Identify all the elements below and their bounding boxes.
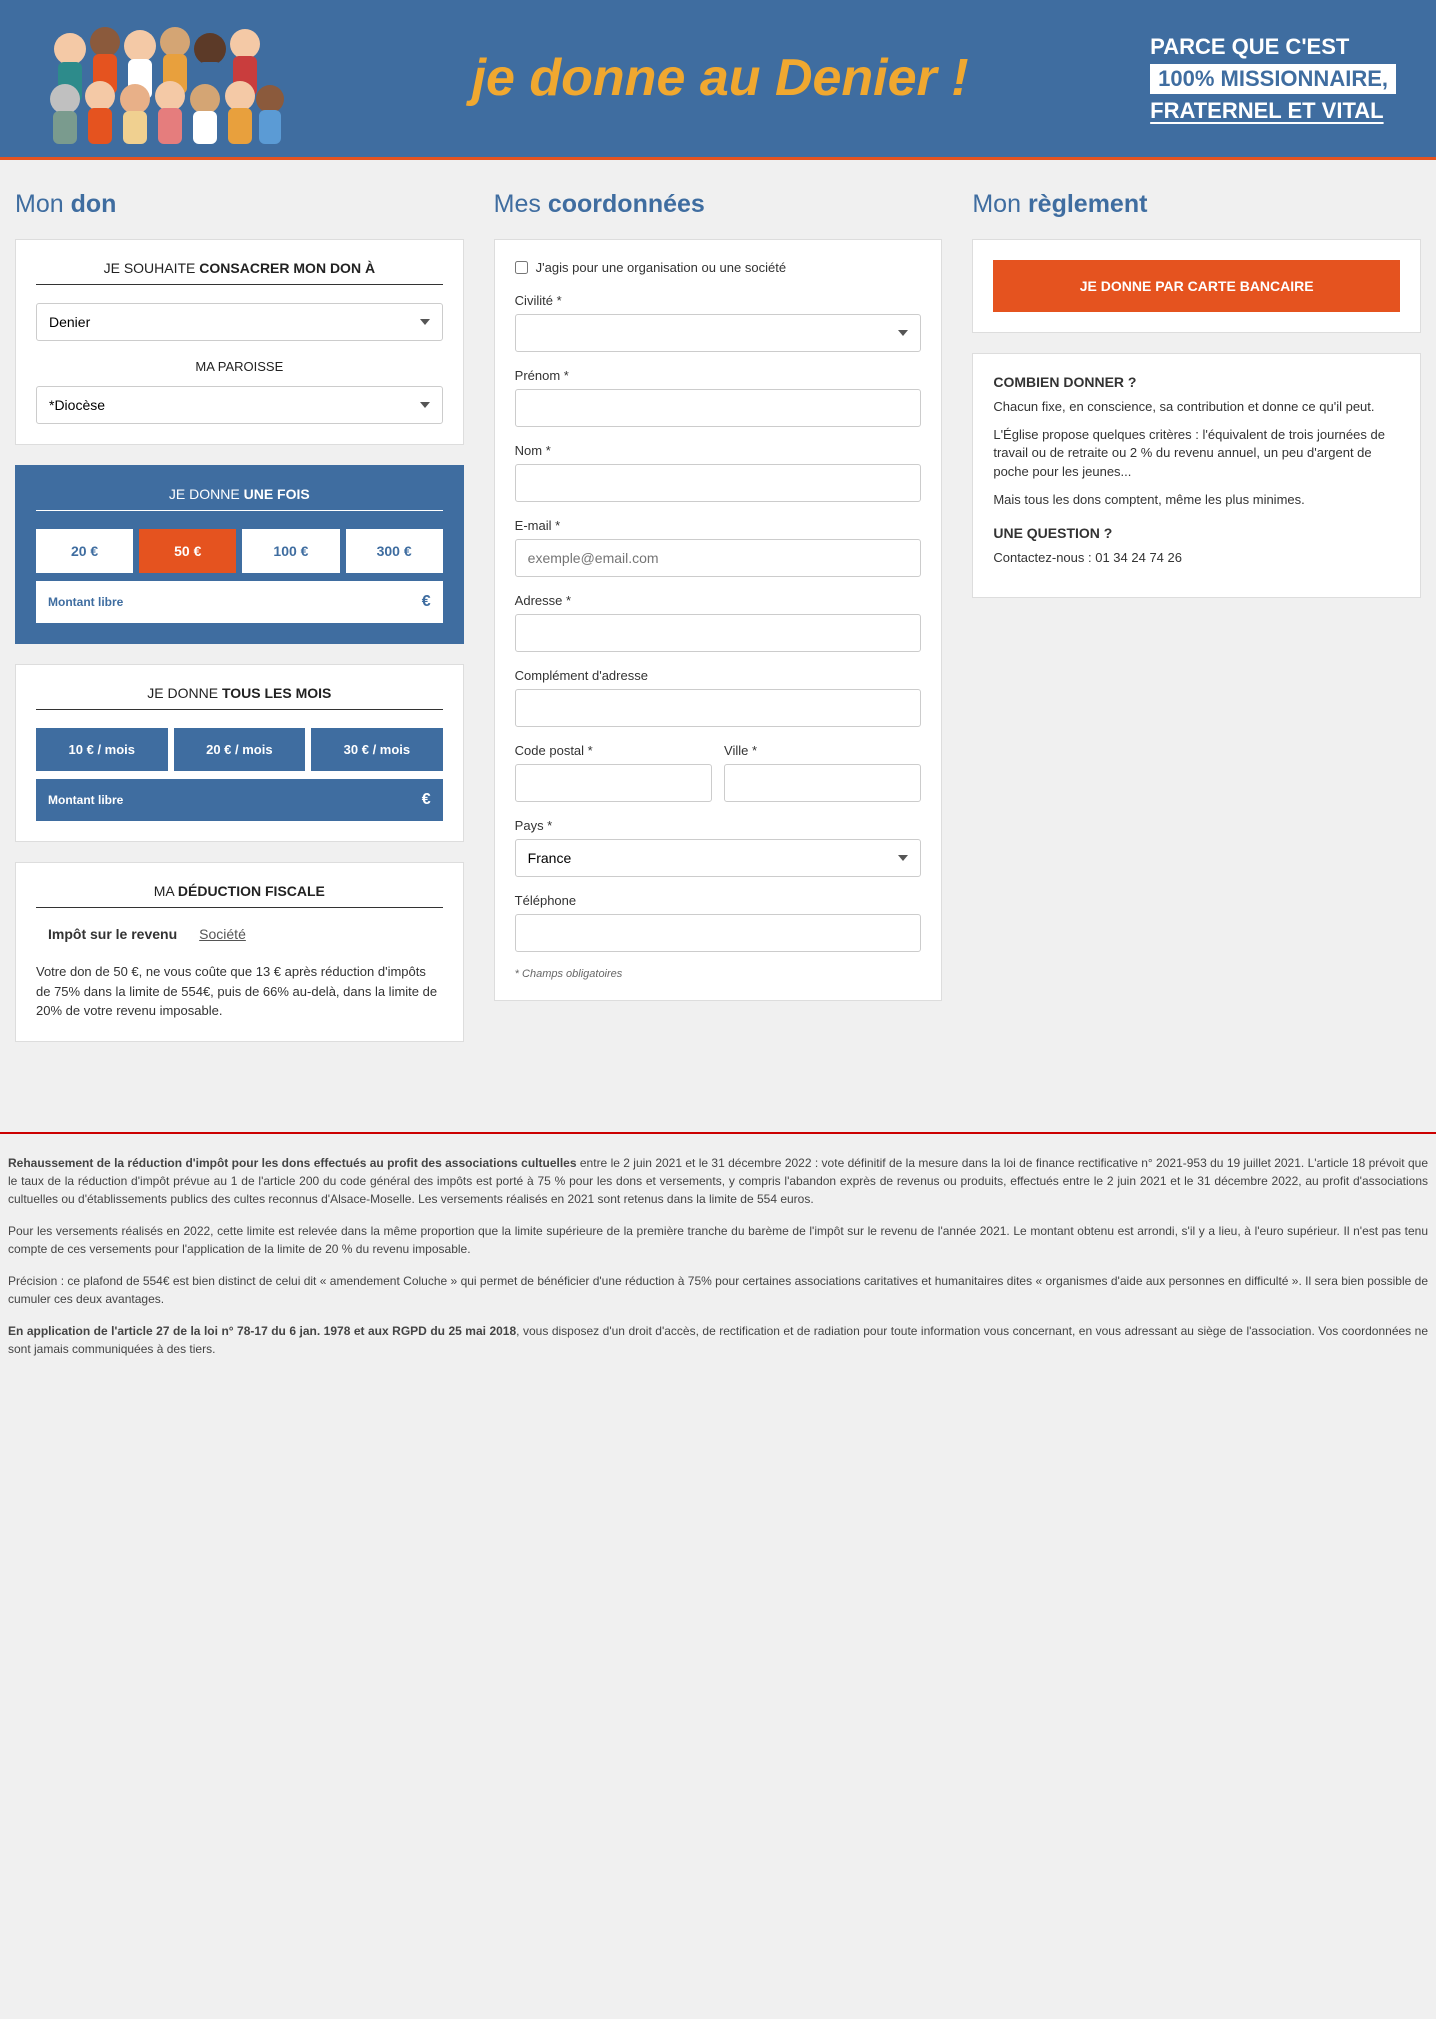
country-select[interactable]: France [515,839,922,877]
civility-label: Civilité * [515,293,922,308]
payment-heading: Mon règlement [972,190,1421,219]
monthly-10[interactable]: 10 € / mois [36,728,168,771]
address-label: Adresse * [515,593,922,608]
city-label: Ville * [724,743,921,758]
firstname-label: Prénom * [515,368,922,383]
howmuch-heading: COMBIEN DONNER ? [993,374,1400,390]
email-label: E-mail * [515,518,922,533]
submit-card: JE DONNE PAR CARTE BANCAIRE [972,239,1421,333]
banner-tagline: PARCE QUE C'EST 100% MISSIONNAIRE, FRATE… [1150,34,1396,124]
phone-label: Téléphone [515,893,922,908]
monthly-card: JE DONNE TOUS LES MOIS 10 € / mois 20 € … [15,664,464,842]
country-label: Pays * [515,818,922,833]
email-input[interactable] [515,539,922,577]
monthly-free-row[interactable]: Montant libre € [36,779,443,821]
target-select[interactable]: Denier [36,303,443,341]
parish-select[interactable]: *Diocèse [36,386,443,424]
city-input[interactable] [724,764,921,802]
amount-50[interactable]: 50 € [139,529,236,573]
fiscal-card: MA DÉDUCTION FISCALE Impôt sur le revenu… [15,862,464,1042]
lastname-input[interactable] [515,464,922,502]
question-p: Contactez-nous : 01 34 24 74 26 [993,549,1400,567]
payment-column: Mon règlement JE DONNE PAR CARTE BANCAIR… [972,190,1421,1062]
question-heading: UNE QUESTION ? [993,525,1400,541]
parish-label: MA PAROISSE [36,359,443,374]
amount-20[interactable]: 20 € [36,529,133,573]
amount-300[interactable]: 300 € [346,529,443,573]
pay-card-button[interactable]: JE DONNE PAR CARTE BANCAIRE [993,260,1400,312]
once-card: JE DONNE UNE FOIS 20 € 50 € 100 € 300 € … [15,465,464,644]
people-illustration [40,14,290,144]
details-heading: Mes coordonnées [494,190,943,219]
lastname-label: Nom * [515,443,922,458]
legal-section: Rehaussement de la réduction d'impôt pou… [0,1154,1436,1412]
once-label: JE DONNE UNE FOIS [36,486,443,511]
address2-input[interactable] [515,689,922,727]
amount-100[interactable]: 100 € [242,529,339,573]
banner: je donne au Denier ! PARCE QUE C'EST 100… [0,0,1436,160]
required-note: * Champs obligatoires [515,968,922,980]
amount-free-label: Montant libre [48,581,422,623]
monthly-label: JE DONNE TOUS LES MOIS [36,685,443,710]
address-input[interactable] [515,614,922,652]
banner-title: je donne au Denier ! [290,54,1150,103]
dedicate-card: JE SOUHAITE CONSACRER MON DON À Denier M… [15,239,464,445]
fiscal-text: Votre don de 50 €, ne vous coûte que 13 … [36,962,443,1021]
org-checkbox[interactable] [515,261,528,274]
howmuch-p1: Chacun fixe, en conscience, sa contribut… [993,398,1400,416]
tab-income-tax[interactable]: Impôt sur le revenu [48,926,177,946]
details-column: Mes coordonnées J'agis pour une organisa… [494,190,943,1062]
monthly-30[interactable]: 30 € / mois [311,728,443,771]
zip-label: Code postal * [515,743,712,758]
monthly-20[interactable]: 20 € / mois [174,728,306,771]
details-card: J'agis pour une organisation ou une soci… [494,239,943,1001]
currency-symbol: € [422,791,431,809]
divider [0,1132,1436,1134]
org-label: J'agis pour une organisation ou une soci… [536,260,786,275]
dedicate-label: JE SOUHAITE CONSACRER MON DON À [36,260,443,285]
howmuch-p3: Mais tous les dons comptent, même les pl… [993,491,1400,509]
donation-column: Mon don JE SOUHAITE CONSACRER MON DON À … [15,190,464,1062]
monthly-free-label: Montant libre [48,779,422,821]
info-card: COMBIEN DONNER ? Chacun fixe, en conscie… [972,353,1421,598]
currency-symbol: € [422,593,431,611]
howmuch-p2: L'Église propose quelques critères : l'é… [993,426,1400,481]
tab-company[interactable]: Société [199,926,246,946]
donation-heading: Mon don [15,190,464,219]
civility-select[interactable] [515,314,922,352]
address2-label: Complément d'adresse [515,668,922,683]
amount-free-row[interactable]: Montant libre € [36,581,443,623]
phone-input[interactable] [515,914,922,952]
fiscal-label: MA DÉDUCTION FISCALE [36,883,443,908]
zip-input[interactable] [515,764,712,802]
firstname-input[interactable] [515,389,922,427]
